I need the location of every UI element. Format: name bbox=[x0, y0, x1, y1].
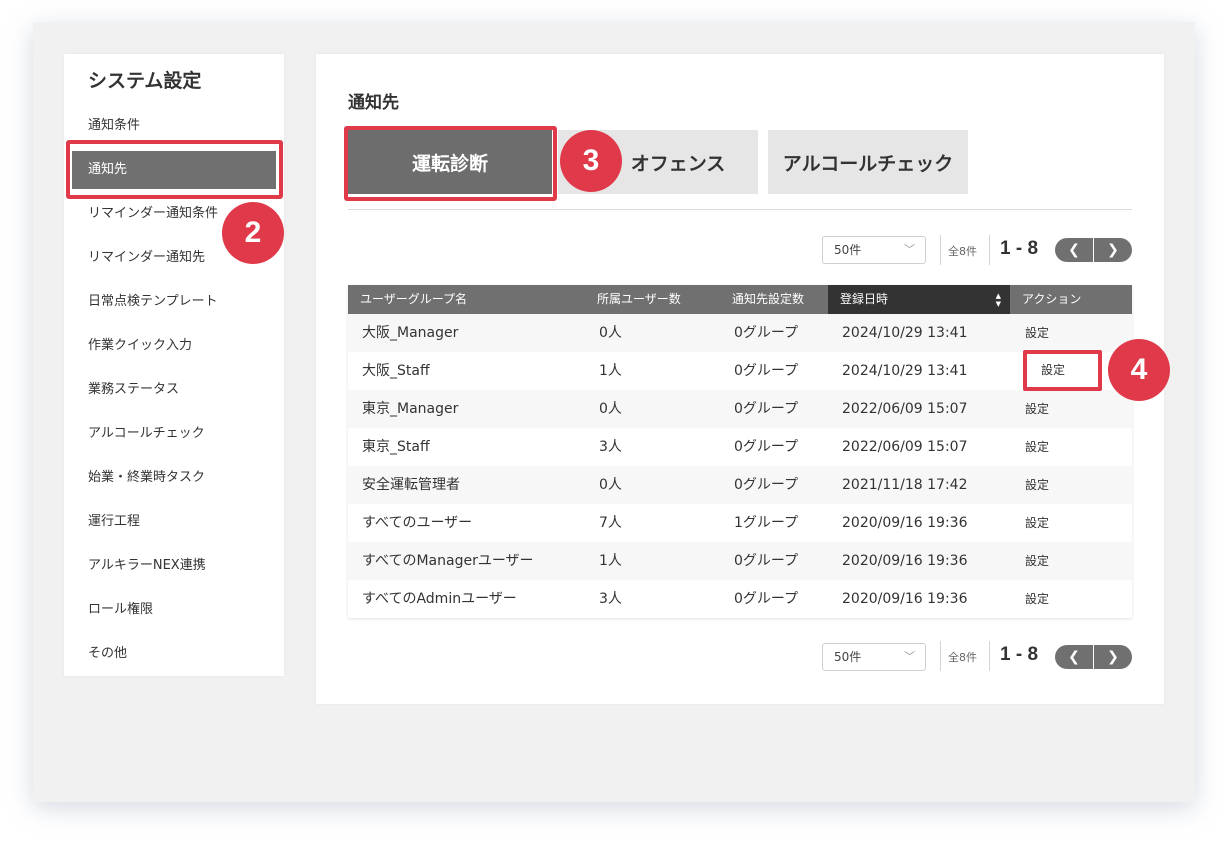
divider bbox=[989, 641, 990, 671]
per-page-value: 50件 bbox=[834, 243, 862, 257]
column-header-registered-at[interactable]: 登録日時 ▲ ▼ bbox=[828, 285, 1010, 314]
table-row: 大阪_Manager 0人 0グループ 2024/10/29 13:41 設定 bbox=[348, 314, 1132, 352]
page-range: 1 - 8 bbox=[1000, 644, 1039, 665]
cell-target-count: 0グループ bbox=[734, 401, 799, 417]
total-count: 全8件 bbox=[948, 245, 977, 258]
cell-group-name: 東京_Staff bbox=[362, 439, 430, 455]
table-body: 大阪_Manager 0人 0グループ 2024/10/29 13:41 設定 … bbox=[348, 314, 1132, 618]
settings-link[interactable]: 設定 bbox=[1010, 314, 1132, 352]
column-header-group-name[interactable]: ユーザーグループ名 bbox=[348, 285, 585, 314]
sidebar-item-other[interactable]: その他 bbox=[64, 632, 284, 676]
table-row: すべてのAdminユーザー 3人 0グループ 2020/09/16 19:36 … bbox=[348, 580, 1132, 618]
page-title: 通知先 bbox=[348, 93, 399, 113]
cell-user-count: 0人 bbox=[599, 477, 622, 493]
cell-user-count: 1人 bbox=[599, 553, 622, 569]
highlight-sidebar-item bbox=[66, 140, 283, 199]
table-row: 東京_Manager 0人 0グループ 2022/06/09 15:07 設定 bbox=[348, 390, 1132, 428]
sidebar-item-daily-inspection-template[interactable]: 日常点検テンプレート bbox=[64, 280, 284, 324]
prev-page-button[interactable]: ❮ bbox=[1055, 238, 1093, 262]
pagination-buttons-bottom: ❮ ❯ bbox=[1055, 645, 1132, 669]
cell-target-count: 0グループ bbox=[734, 553, 799, 569]
cell-target-count: 0グループ bbox=[734, 363, 799, 379]
cell-registered-at: 2020/09/16 19:36 bbox=[842, 553, 968, 569]
settings-link[interactable]: 設定 bbox=[1010, 428, 1132, 466]
step-badge-3: 3 bbox=[560, 130, 622, 192]
cell-target-count: 0グループ bbox=[734, 325, 799, 341]
settings-link[interactable]: 設定 bbox=[1010, 542, 1132, 580]
chevron-down-icon: ﹀ bbox=[904, 650, 915, 663]
per-page-select[interactable]: 50件 ﹀ bbox=[822, 236, 926, 264]
cell-user-count: 0人 bbox=[599, 325, 622, 341]
divider bbox=[940, 235, 941, 265]
sidebar-item-operation-process[interactable]: 運行工程 bbox=[64, 500, 284, 544]
total-count: 全8件 bbox=[948, 651, 977, 664]
settings-link[interactable]: 設定 bbox=[1010, 390, 1132, 428]
divider bbox=[989, 235, 990, 265]
cell-registered-at: 2020/09/16 19:36 bbox=[842, 515, 968, 531]
sidebar-title: システム設定 bbox=[88, 70, 202, 92]
table-row: すべてのManagerユーザー 1人 0グループ 2020/09/16 19:3… bbox=[348, 542, 1132, 580]
table-header: ユーザーグループ名 所属ユーザー数 通知先設定数 登録日時 ▲ ▼ アクション bbox=[348, 285, 1132, 314]
pagination-buttons: ❮ ❯ bbox=[1055, 238, 1132, 262]
sidebar-item-role-permissions[interactable]: ロール権限 bbox=[64, 588, 284, 632]
column-header-target-count[interactable]: 通知先設定数 bbox=[720, 285, 828, 314]
highlight-tab bbox=[344, 126, 557, 201]
settings-link[interactable]: 設定 bbox=[1010, 466, 1132, 504]
settings-link-label: 設定 bbox=[1041, 363, 1066, 377]
sidebar-item-work-quick-input[interactable]: 作業クイック入力 bbox=[64, 324, 284, 368]
cell-group-name: 大阪_Staff bbox=[362, 363, 430, 379]
per-page-select-bottom[interactable]: 50件 ﹀ bbox=[822, 643, 926, 671]
column-header-action: アクション bbox=[1022, 292, 1082, 306]
cell-target-count: 0グループ bbox=[734, 439, 799, 455]
step-badge-4: 4 bbox=[1108, 339, 1170, 401]
cell-user-count: 0人 bbox=[599, 401, 622, 417]
next-page-button[interactable]: ❯ bbox=[1093, 238, 1132, 262]
cell-registered-at: 2022/06/09 15:07 bbox=[842, 439, 968, 455]
cell-registered-at: 2022/06/09 15:07 bbox=[842, 401, 968, 417]
cell-user-count: 7人 bbox=[599, 515, 622, 531]
divider bbox=[940, 641, 941, 671]
sidebar-item-work-status[interactable]: 業務ステータス bbox=[64, 368, 284, 412]
tab-alcohol-check[interactable]: アルコールチェック bbox=[768, 130, 968, 194]
sidebar-item-alkiller-nex[interactable]: アルキラーNEX連携 bbox=[64, 544, 284, 588]
per-page-value: 50件 bbox=[834, 650, 862, 664]
cell-group-name: すべてのManagerユーザー bbox=[362, 553, 534, 569]
sidebar-item-alcohol-check[interactable]: アルコールチェック bbox=[64, 412, 284, 456]
step-badge-2: 2 bbox=[222, 202, 284, 264]
sort-icon: ▲ ▼ bbox=[995, 292, 1001, 308]
tab-divider bbox=[348, 209, 1132, 210]
cell-group-name: すべてのユーザー bbox=[362, 515, 473, 531]
cell-registered-at: 2021/11/18 17:42 bbox=[842, 477, 968, 493]
cell-user-count: 3人 bbox=[599, 591, 622, 607]
user-group-table: ユーザーグループ名 所属ユーザー数 通知先設定数 登録日時 ▲ ▼ アクション 大… bbox=[348, 285, 1132, 618]
next-page-button[interactable]: ❯ bbox=[1093, 645, 1132, 669]
cell-group-name: 安全運転管理者 bbox=[362, 477, 460, 493]
cell-group-name: すべてのAdminユーザー bbox=[362, 591, 517, 607]
cell-target-count: 0グループ bbox=[734, 477, 799, 493]
cell-target-count: 0グループ bbox=[734, 591, 799, 607]
chevron-down-icon: ﹀ bbox=[904, 243, 915, 256]
sidebar-item-start-end-tasks[interactable]: 始業・終業時タスク bbox=[64, 456, 284, 500]
cell-user-count: 1人 bbox=[599, 363, 622, 379]
cell-group-name: 大阪_Manager bbox=[362, 325, 459, 341]
cell-registered-at: 2020/09/16 19:36 bbox=[842, 591, 968, 607]
highlight-settings-link[interactable]: 設定 bbox=[1023, 350, 1102, 391]
cell-user-count: 3人 bbox=[599, 439, 622, 455]
table-row: すべてのユーザー 7人 1グループ 2020/09/16 19:36 設定 bbox=[348, 504, 1132, 542]
column-header-label: 登録日時 bbox=[840, 292, 889, 306]
cell-target-count: 1グループ bbox=[734, 515, 799, 531]
settings-link[interactable]: 設定 bbox=[1010, 580, 1132, 618]
table-row: 東京_Staff 3人 0グループ 2022/06/09 15:07 設定 bbox=[348, 428, 1132, 466]
column-header-user-count[interactable]: 所属ユーザー数 bbox=[585, 285, 720, 314]
cell-registered-at: 2024/10/29 13:41 bbox=[842, 325, 968, 341]
page-range: 1 - 8 bbox=[1000, 238, 1039, 259]
table-row: 安全運転管理者 0人 0グループ 2021/11/18 17:42 設定 bbox=[348, 466, 1132, 504]
table-row: 大阪_Staff 1人 0グループ 2024/10/29 13:41 bbox=[348, 352, 1132, 390]
prev-page-button[interactable]: ❮ bbox=[1055, 645, 1093, 669]
cell-registered-at: 2024/10/29 13:41 bbox=[842, 363, 968, 379]
settings-link[interactable]: 設定 bbox=[1010, 504, 1132, 542]
cell-group-name: 東京_Manager bbox=[362, 401, 459, 417]
